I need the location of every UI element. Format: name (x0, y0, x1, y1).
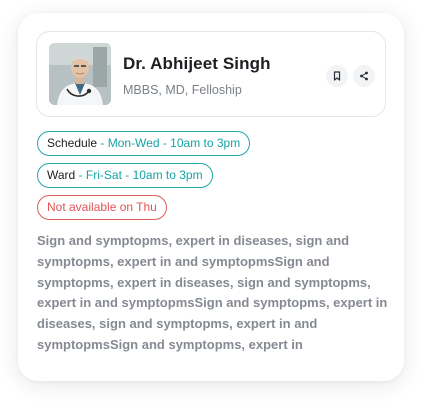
ward-label: Ward (47, 168, 76, 182)
doctor-description: Sign and symptopms, expert in diseases, … (37, 233, 388, 352)
share-button[interactable] (353, 65, 375, 87)
doctor-degrees: MBBS, MD, Felloship (123, 83, 242, 97)
bookmark-button[interactable] (326, 65, 348, 87)
avatar (49, 43, 111, 105)
ward-tag: Ward - Fri-Sat - 10am to 3pm (37, 163, 213, 188)
doctor-profile-header[interactable]: Dr. Abhijeet Singh MBBS, MD, Felloship (36, 31, 386, 117)
doctor-card: Dr. Abhijeet Singh MBBS, MD, Felloship S… (18, 13, 404, 381)
share-icon (360, 71, 368, 81)
schedule-label: Schedule (47, 136, 98, 150)
doctor-name: Dr. Abhijeet Singh (123, 54, 271, 73)
availability-tag: Not available on Thu (37, 195, 167, 220)
doctor-portrait-image (49, 43, 111, 105)
ward-value: - Fri-Sat - 10am to 3pm (75, 168, 203, 182)
bookmark-icon (333, 71, 341, 81)
schedule-value: - Mon-Wed - 10am to 3pm (97, 136, 241, 150)
schedule-tag: Schedule - Mon-Wed - 10am to 3pm (37, 131, 251, 156)
